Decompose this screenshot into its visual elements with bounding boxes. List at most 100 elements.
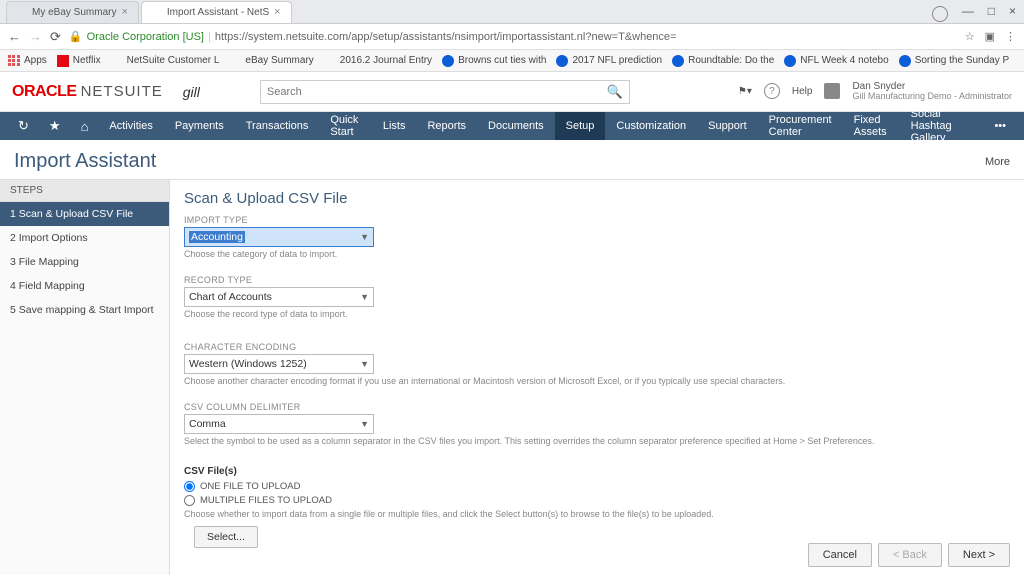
nav-reports[interactable]: Reports: [416, 112, 477, 140]
window-maximize-icon[interactable]: □: [988, 4, 995, 20]
nav-setup[interactable]: Setup: [555, 112, 606, 140]
next-button[interactable]: Next >: [948, 543, 1010, 567]
bookmark-8[interactable]: NFL Week 4 notebo: [784, 55, 888, 67]
step-2[interactable]: 2 Import Options: [0, 226, 169, 250]
home-icon[interactable]: ⌂: [71, 119, 99, 134]
user-menu[interactable]: Dan Snyder Gill Manufacturing Demo - Adm…: [852, 81, 1012, 102]
step-4[interactable]: 4 Field Mapping: [0, 274, 169, 298]
import-type-help: Choose the category of data to import.: [184, 249, 1010, 261]
recent-icon[interactable]: ↻: [8, 118, 39, 134]
window-minimize-icon[interactable]: —: [962, 4, 974, 20]
apps-button[interactable]: Apps: [8, 55, 47, 67]
bookmark-journal[interactable]: 2016.2 Journal Entry: [324, 55, 432, 67]
favorite-icon[interactable]: ★: [39, 118, 71, 134]
char-encoding-help: Choose another character encoding format…: [184, 376, 1010, 388]
nav-fixed-assets[interactable]: Fixed Assets: [843, 112, 900, 140]
user-avatar-icon[interactable]: [824, 83, 840, 99]
radio-one-file[interactable]: ONE FILE TO UPLOAD: [184, 481, 1010, 492]
record-type-value: Chart of Accounts: [189, 291, 272, 303]
ns-header: ORACLE NETSUITE gill 🔍 ⚑▾ ? Help Dan Sny…: [0, 72, 1024, 112]
company-logo: gill: [183, 84, 200, 100]
bookmark-netsuite[interactable]: NetSuite Customer L: [111, 55, 220, 67]
nav-quick-start[interactable]: Quick Start: [319, 112, 372, 140]
netsuite-logo: NETSUITE: [81, 83, 163, 100]
csv-files-label: CSV File(s): [184, 466, 1010, 477]
star-icon[interactable]: ☆: [965, 30, 975, 43]
char-encoding-select[interactable]: Western (Windows 1252) ▼: [184, 354, 374, 374]
bookmark-5[interactable]: Browns cut ties with: [442, 55, 546, 67]
url-box[interactable]: 🔒 Oracle Corporation [US] | https://syst…: [69, 30, 957, 43]
nav-overflow-icon[interactable]: •••: [984, 120, 1016, 132]
menu-icon[interactable]: ⋮: [1005, 30, 1016, 43]
csv-delim-select[interactable]: Comma ▼: [184, 414, 374, 434]
back-button[interactable]: < Back: [878, 543, 942, 567]
select-file-button[interactable]: Select...: [194, 526, 258, 548]
tab-label: My eBay Summary: [32, 7, 116, 18]
chrome-user-icon[interactable]: [932, 6, 948, 22]
help-label[interactable]: Help: [792, 86, 813, 97]
nav-documents[interactable]: Documents: [477, 112, 555, 140]
reload-icon[interactable]: ⟳: [50, 29, 61, 45]
bookmark-9[interactable]: Sorting the Sunday P: [899, 55, 1010, 67]
import-type-label: IMPORT TYPE: [184, 215, 1010, 225]
char-encoding-label: CHARACTER ENCODING: [184, 342, 1010, 352]
nav-lists[interactable]: Lists: [372, 112, 417, 140]
ebay-favicon: [15, 6, 27, 18]
close-icon[interactable]: ×: [121, 6, 127, 18]
record-type-help: Choose the record type of data to import…: [184, 309, 1010, 321]
search-input[interactable]: [267, 86, 607, 98]
cancel-button[interactable]: Cancel: [808, 543, 872, 567]
csv-delim-help: Select the symbol to be used as a column…: [184, 436, 1010, 448]
import-type-select[interactable]: Accounting ▼: [184, 227, 374, 247]
step-5[interactable]: 5 Save mapping & Start Import: [0, 298, 169, 322]
nav-customization[interactable]: Customization: [605, 112, 697, 140]
steps-header: STEPS: [0, 180, 169, 202]
browser-address-bar: ← → ⟳ 🔒 Oracle Corporation [US] | https:…: [0, 24, 1024, 50]
bookmark-netflix[interactable]: Netflix: [57, 55, 101, 67]
nav-social[interactable]: Social Hashtag Gallery: [900, 112, 985, 140]
search-icon[interactable]: 🔍: [607, 84, 623, 100]
window-close-icon[interactable]: ×: [1009, 4, 1016, 20]
nav-procurement[interactable]: Procurement Center: [758, 112, 843, 140]
browser-tab-strip: My eBay Summary × Import Assistant - Net…: [0, 0, 1024, 24]
nav-support[interactable]: Support: [697, 112, 758, 140]
chevron-down-icon: ▼: [360, 292, 369, 302]
main-nav: ↻ ★ ⌂ Activities Payments Transactions Q…: [0, 112, 1024, 140]
section-title: Scan & Upload CSV File: [184, 190, 1010, 207]
feedback-icon[interactable]: ⚑▾: [738, 86, 752, 97]
radio-one-file-input[interactable]: [184, 481, 195, 492]
bookmark-7[interactable]: Roundtable: Do the: [672, 55, 774, 67]
back-icon[interactable]: ←: [8, 29, 21, 44]
tab-label: Import Assistant - NetS: [167, 7, 269, 18]
record-type-select[interactable]: Chart of Accounts ▼: [184, 287, 374, 307]
wizard-footer: Cancel < Back Next >: [808, 543, 1010, 567]
bookmark-6[interactable]: 2017 NFL prediction: [556, 55, 662, 67]
global-search[interactable]: 🔍: [260, 80, 630, 104]
oracle-logo: ORACLE: [12, 83, 77, 101]
nav-payments[interactable]: Payments: [164, 112, 235, 140]
forward-icon[interactable]: →: [29, 29, 42, 44]
netsuite-favicon: [150, 6, 162, 18]
char-encoding-value: Western (Windows 1252): [189, 358, 307, 370]
help-icon[interactable]: ?: [764, 83, 780, 99]
chevron-down-icon: ▼: [360, 419, 369, 429]
more-link[interactable]: More: [985, 156, 1010, 168]
nav-activities[interactable]: Activities: [98, 112, 163, 140]
bookmark-10[interactable]: Transactions > Sales: [1019, 55, 1024, 67]
close-icon[interactable]: ×: [274, 6, 280, 18]
record-type-label: RECORD TYPE: [184, 275, 1010, 285]
lock-icon: 🔒: [69, 30, 83, 43]
chevron-down-icon: ▼: [360, 232, 369, 242]
user-role: Gill Manufacturing Demo - Administrator: [852, 92, 1012, 102]
radio-multi-file[interactable]: MULTIPLE FILES TO UPLOAD: [184, 495, 1010, 506]
browser-tab-0[interactable]: My eBay Summary ×: [6, 1, 139, 23]
bookmark-ebay[interactable]: eBay Summary: [229, 55, 313, 67]
extension-icon[interactable]: ▣: [985, 30, 995, 43]
step-1[interactable]: 1 Scan & Upload CSV File: [0, 202, 169, 226]
nav-transactions[interactable]: Transactions: [235, 112, 320, 140]
step-3[interactable]: 3 File Mapping: [0, 250, 169, 274]
cert-label: Oracle Corporation [US]: [87, 31, 204, 43]
csv-files-help: Choose whether to import data from a sin…: [184, 509, 1010, 521]
browser-tab-1[interactable]: Import Assistant - NetS ×: [141, 1, 292, 23]
radio-multi-file-input[interactable]: [184, 495, 195, 506]
